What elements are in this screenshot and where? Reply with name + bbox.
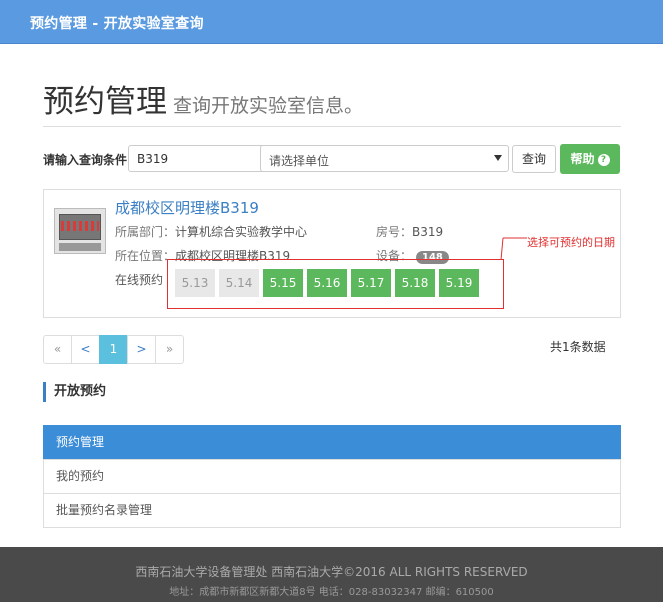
page-first-button[interactable]: « — [43, 335, 72, 364]
app-title: 预约管理 - 开放实验室查询 — [30, 16, 204, 32]
chevron-down-icon — [494, 155, 502, 161]
annotation-text: 选择可预约的日期 — [527, 236, 615, 249]
help-button-label: 帮助 — [570, 152, 595, 166]
top-bar: 预约管理 - 开放实验室查询 — [0, 0, 663, 44]
lab-card: 成都校区明理楼B319 所属部门：计算机综合实验教学中心 房号：B319 所在位… — [43, 189, 621, 318]
menu-item-batch-booking[interactable]: 批量预约名录管理 — [43, 493, 621, 528]
lab-equipment-image — [54, 208, 106, 254]
unit-select[interactable]: 请选择单位 — [260, 145, 509, 172]
page-header: 预约管理 查询开放实验室信息。 — [43, 76, 363, 121]
search-form: 请输入查询条件 请选择单位 查询 帮助? — [43, 144, 621, 174]
footer-copyright: 西南石油大学设备管理处 西南石油大学©2016 ALL RIGHTS RESER… — [135, 565, 528, 579]
lab-name-link[interactable]: 成都校区明理楼B319 — [115, 197, 259, 218]
side-menu: 预约管理 我的预约 批量预约名录管理 — [43, 425, 621, 528]
page-current-button[interactable]: 1 — [99, 335, 128, 364]
menu-item-booking-management[interactable]: 预约管理 — [43, 425, 621, 460]
footer-address: 地址：成都市新都区新都大道8号 电话：028-83032347 邮编：61050… — [169, 587, 494, 598]
search-label: 请输入查询条件 — [43, 153, 128, 167]
header-divider — [43, 126, 621, 127]
footer: 西南石油大学设备管理处 西南石油大学©2016 ALL RIGHTS RESER… — [0, 547, 663, 602]
pagination: « < 1 > » — [43, 335, 184, 364]
page-title: 预约管理 — [43, 84, 167, 120]
query-button[interactable]: 查询 — [512, 145, 556, 173]
annotation-arrow — [500, 237, 527, 261]
menu-item-my-bookings[interactable]: 我的预约 — [43, 459, 621, 494]
question-icon: ? — [597, 153, 610, 166]
page-next-button[interactable]: > — [127, 335, 156, 364]
annotation-box — [167, 259, 504, 309]
page-subtitle: 查询开放实验室信息。 — [173, 95, 364, 117]
lab-room: 房号：B319 — [376, 225, 444, 239]
page-last-button[interactable]: » — [155, 335, 184, 364]
online-booking-label: 在线预约 — [115, 273, 164, 287]
section-title: 开放预约 — [43, 382, 106, 402]
total-count: 共1条数据 — [550, 340, 606, 354]
lab-department: 所属部门：计算机综合实验教学中心 — [115, 225, 308, 239]
help-button[interactable]: 帮助? — [560, 144, 620, 174]
unit-select-placeholder: 请选择单位 — [269, 154, 330, 168]
page-prev-button[interactable]: < — [71, 335, 100, 364]
